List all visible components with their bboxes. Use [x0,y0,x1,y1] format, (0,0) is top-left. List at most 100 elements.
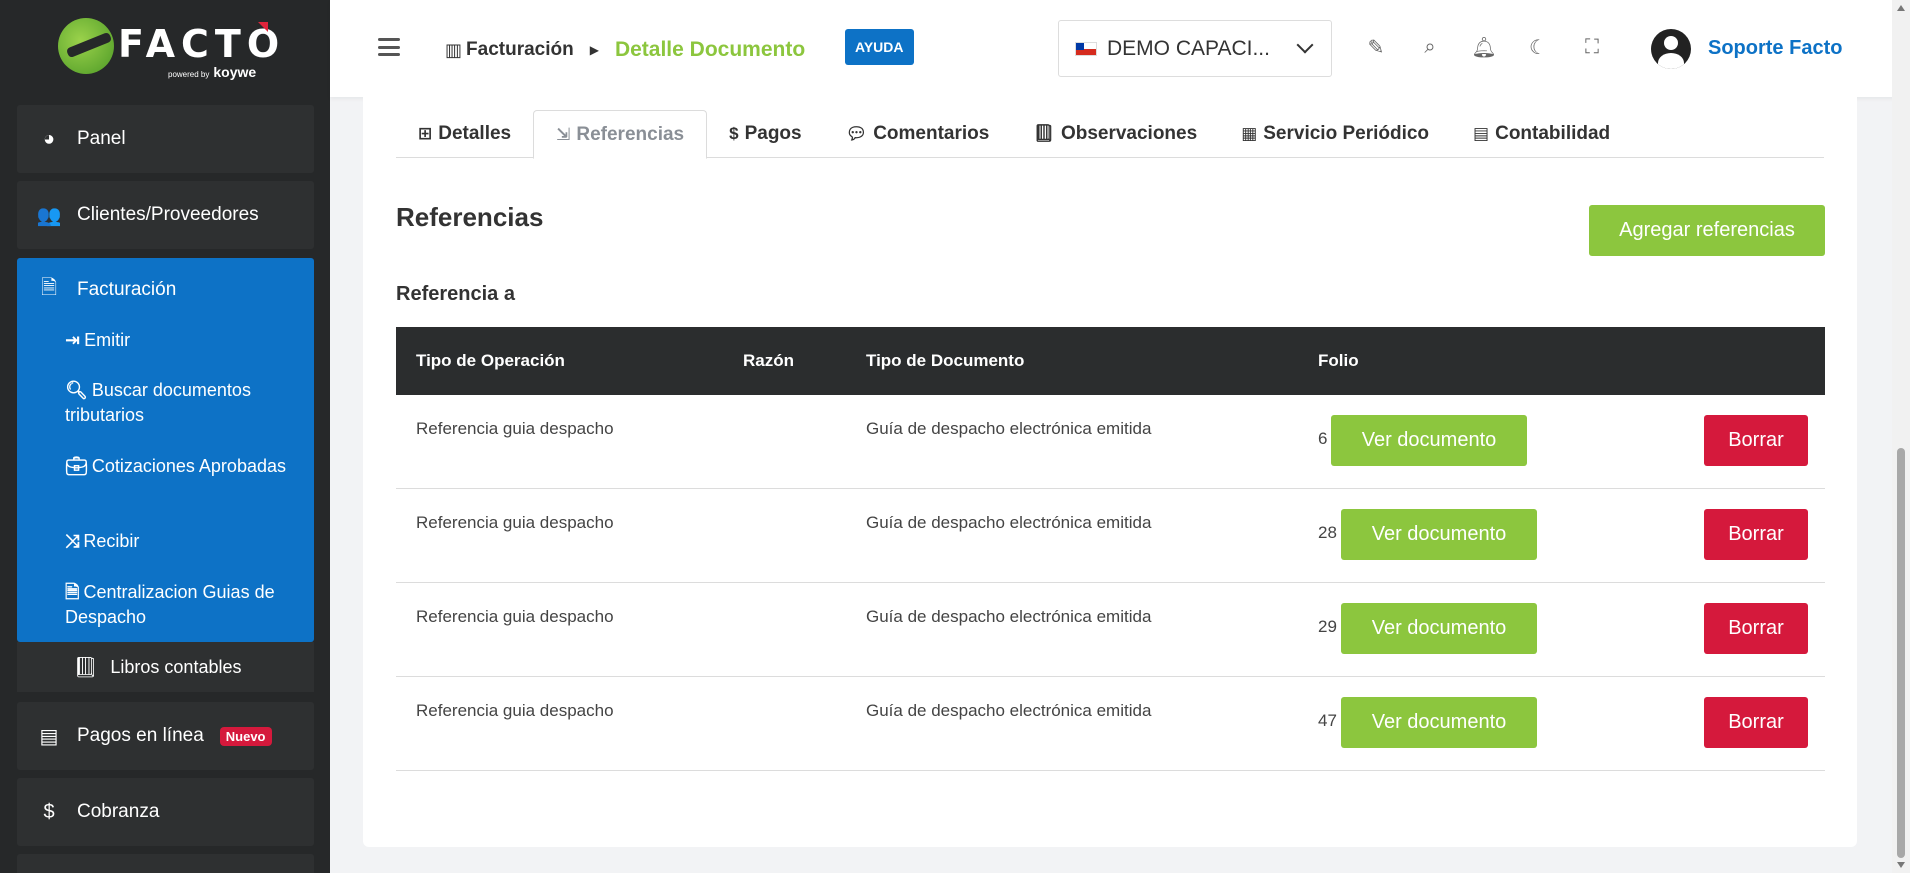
view-document-button[interactable]: Ver documento [1331,415,1527,466]
column-header: Tipo de Documento [866,351,1025,370]
facto-logo-icon [58,18,114,74]
tab-bar: ⊞ Detalles ⇲ Referencias $ Pagos 💬︎ Comentar… [396,110,1824,159]
sidebar-item-label: Cobranza [77,801,160,822]
cell-documento: Guía de despacho electrónica emitida [866,607,1152,626]
table-row: Referencia guia despacho Guía de despach… [396,489,1825,583]
avatar[interactable] [1651,29,1691,69]
breadcrumb-current: Detalle Documento [614,38,806,61]
delete-button[interactable]: Borrar [1704,415,1808,466]
cell-operacion: Referencia guia despacho [416,513,614,532]
delete-button[interactable]: Borrar [1704,697,1808,748]
sidebar-item-pagos[interactable]: ▤ Pagos en línea Nuevo [17,702,314,770]
cell-operacion: Referencia guia despacho [416,701,614,720]
sidebar-item-facturacion[interactable]: 🗎 Facturación ⇥ Emitir 🔍︎ Buscar documento… [17,258,314,642]
view-document-button[interactable]: Ver documento [1341,697,1537,748]
sidebar-item-panel[interactable]: ◕ Panel [17,105,314,173]
brand-logo[interactable]: FACTO powered by koywe [0,0,330,97]
column-header: Tipo de Operación [416,351,565,370]
delete-button[interactable]: Borrar [1704,603,1808,654]
sidebar-subitem-centralizacion[interactable]: 🗎 Centralizacion Guias de Despacho [17,580,307,630]
table-row: Referencia guia despacho Guía de despach… [396,677,1825,771]
table-header: Tipo de Operación Razón Tipo de Document… [396,327,1825,395]
sign-out-icon: ⇥ [65,330,81,350]
column-header: Razón [743,351,794,370]
sidebar-subitem-emitir[interactable]: ⇥ Emitir [17,328,307,353]
shuffle-icon: ⤨ [65,531,80,551]
pie-chart-icon: ◕ [42,127,56,150]
delete-button[interactable]: Borrar [1704,509,1808,560]
tab-contabilidad[interactable]: ▤ Contabilidad [1451,110,1632,158]
table-row: Referencia guia despacho Guía de despach… [396,395,1825,489]
cell-folio: 29 [1318,617,1337,636]
cell-operacion: Referencia guia despacho [416,419,614,438]
caret-right-icon: ▶ [589,43,599,57]
users-icon: 👥 [36,204,62,227]
view-document-button[interactable]: Ver documento [1341,603,1537,654]
briefcase-icon: 💼︎ [65,456,88,476]
sidebar-subitem-recibir[interactable]: ⤨ Recibir [17,529,307,554]
moon-icon[interactable]: ☾ [1527,36,1549,59]
table-row: Referencia guia despacho Guía de despach… [396,583,1825,677]
new-badge: Nuevo [219,726,272,746]
tab-observaciones[interactable]: 📕︎ Observaciones [1011,110,1219,158]
breadcrumb: ▥ Facturación ▶ Detalle Documento [445,38,805,62]
cell-operacion: Referencia guia despacho [416,607,614,626]
scroll-up-icon[interactable] [1897,5,1905,11]
sidebar-item-label: Facturación [77,279,177,300]
sidebar-subitem-cotizaciones[interactable]: 💼︎ Cotizaciones Aprobadas [17,454,307,479]
help-button[interactable]: AYUDA [845,29,914,65]
cell-documento: Guía de despacho electrónica emitida [866,701,1152,720]
section-title: Referencias [396,202,544,232]
calculator-icon: ▤ [1473,124,1490,143]
sidebar-subitem-libros[interactable]: 📕︎ Libros contables [17,642,314,692]
money-check-icon: ▤ [39,725,59,748]
calendar-icon: ▦ [1241,124,1258,143]
edit-document-icon[interactable]: ✎ [1365,36,1387,59]
book-icon: 📕︎ [1033,124,1055,143]
cell-folio: 6 [1318,429,1328,448]
breadcrumb-root[interactable]: Facturación [466,39,574,61]
search-icon[interactable]: ⌕ [1419,36,1441,58]
sidebar-item-label: Clientes/Proveedores [77,204,259,225]
tab-comentarios[interactable]: 💬︎ Comentarios [824,110,1012,158]
add-references-button[interactable]: Agregar referencias [1589,205,1825,256]
page-scrollbar[interactable] [1892,0,1910,873]
cell-documento: Guía de despacho electrónica emitida [866,419,1152,438]
sidebar-subitem-buscar[interactable]: 🔍︎ Buscar documentos tributarios [17,378,307,428]
dollar-icon: $ [43,800,55,823]
document-icon: 🗎 [65,582,80,602]
bell-icon[interactable]: 🔔︎ [1471,36,1496,59]
scroll-down-icon[interactable] [1897,862,1905,868]
main-card: ⊞ Detalles ⇲ Referencias $ Pagos 💬︎ Comentar… [363,77,1857,847]
book-icon: 📕︎ [73,656,99,679]
tab-referencias[interactable]: ⇲ Referencias [533,110,708,159]
chile-flag-icon [1075,41,1097,56]
sidebar-item-label: Panel [77,128,126,149]
fullscreen-icon[interactable]: ⛶ [1581,36,1603,58]
sidebar-item-next[interactable] [17,854,314,873]
tab-detalles[interactable]: ⊞ Detalles [396,110,533,158]
comments-icon: 💬︎ [845,124,868,143]
cell-folio: 28 [1318,523,1337,542]
scrollbar-thumb[interactable] [1897,448,1905,858]
sidebar-item-cobranza[interactable]: $ Cobranza [17,778,314,846]
dollar-icon: $ [729,124,739,143]
menu-toggle-icon[interactable] [378,38,400,56]
company-selector[interactable]: DEMO CAPACI... [1058,20,1332,77]
tab-pagos[interactable]: $ Pagos [707,110,824,158]
sign-in-icon: ⇲ [556,124,571,144]
cell-folio: 47 [1318,711,1337,730]
tab-servicio-periodico[interactable]: ▦ Servicio Periódico [1219,110,1451,158]
building-icon: ▥ [445,39,463,60]
user-name[interactable]: Soporte Facto [1708,37,1842,60]
brand-powered: powered by koywe [168,64,257,80]
table-icon: ⊞ [418,124,433,143]
company-name: DEMO CAPACI... [1107,36,1270,60]
cell-documento: Guía de despacho electrónica emitida [866,513,1152,532]
sidebar: FACTO powered by koywe ◕ Panel 👥 Clientes… [0,0,330,873]
view-document-button[interactable]: Ver documento [1341,509,1537,560]
references-table: Tipo de Operación Razón Tipo de Document… [396,327,1825,771]
sidebar-item-clientes[interactable]: 👥 Clientes/Proveedores [17,181,314,249]
column-header: Folio [1318,351,1359,370]
logo-accent-icon [258,22,268,32]
